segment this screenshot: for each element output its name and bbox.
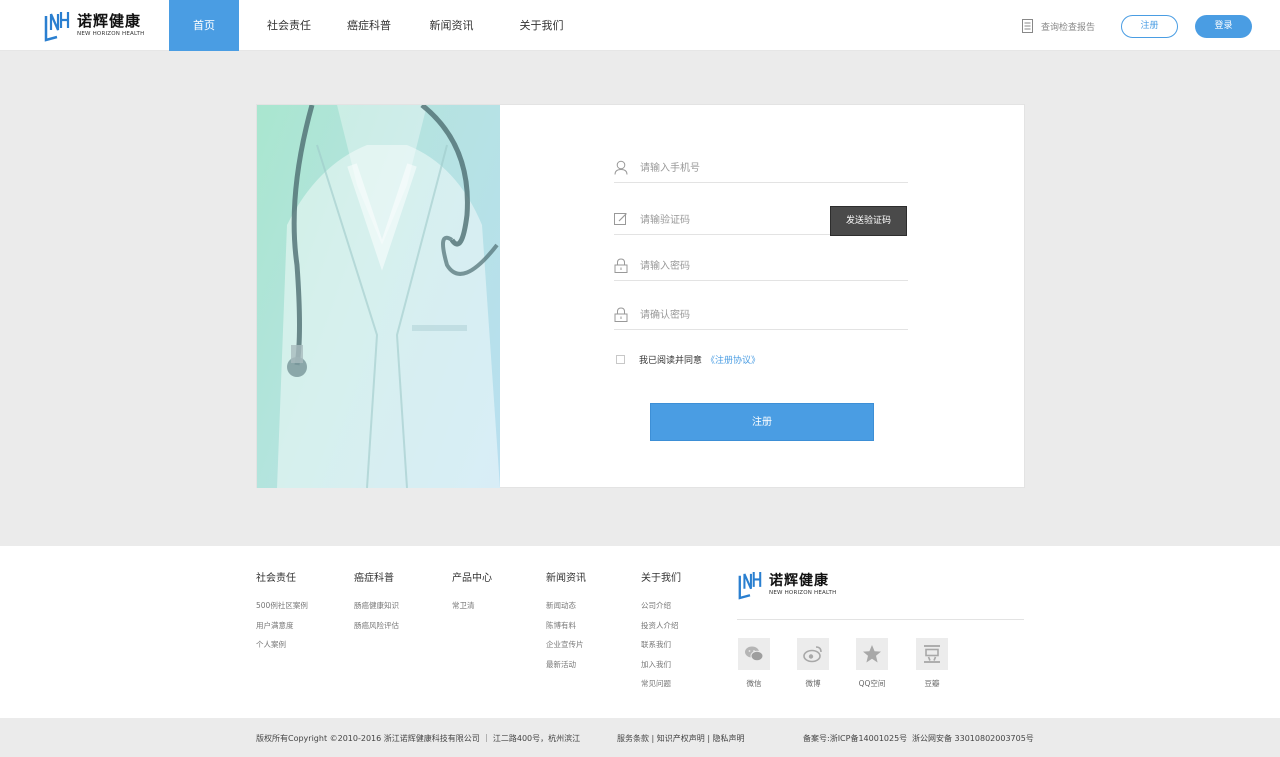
edit-icon (614, 213, 627, 225)
footer-link[interactable]: 联系我们 (641, 639, 681, 659)
register-card: 发送验证码 我已阅读并同意 《注册协议》 注册 (256, 104, 1025, 488)
footer-column-title: 产品中心 (452, 573, 492, 584)
footer-column-products: 产品中心 常卫清 (452, 569, 492, 620)
footer-link[interactable]: 企业宣传片 (546, 639, 586, 659)
agreement-link[interactable]: 《注册协议》 (706, 353, 760, 366)
phone-input[interactable] (640, 159, 830, 177)
nav-item-news[interactable]: 新闻资讯 (399, 0, 504, 51)
douban-icon (924, 645, 940, 663)
footer-column-news: 新闻资讯 新闻动态 陈博有料 企业宣传片 最新活动 (546, 569, 586, 678)
social-weibo[interactable]: 微博 (793, 638, 833, 689)
confirm-password-input[interactable] (640, 306, 830, 324)
doctor-photo (257, 105, 500, 488)
header-register-button[interactable]: 注册 (1121, 15, 1178, 38)
footer-logo-subtitle: NEW HORIZON HEALTH (769, 589, 837, 596)
footer-column-cancer: 癌症科普 肠癌健康知识 肠癌风险评估 (354, 569, 399, 639)
copyright-text: 版权所有Copyright ©2010-2016 浙江诺辉健康科技有限公司 ｜ … (256, 734, 581, 743)
agree-text: 我已阅读并同意 (639, 356, 703, 366)
footer-link[interactable]: 公司介绍 (641, 600, 681, 620)
footer-column-title: 癌症科普 (354, 573, 394, 584)
main-nav: 首页 社会责任 癌症科普 新闻资讯 关于我们 (169, 0, 579, 51)
weibo-icon (803, 646, 822, 663)
code-input[interactable] (640, 211, 830, 229)
social-qzone[interactable]: QQ空间 (852, 638, 892, 689)
footer-column-title: 社会责任 (256, 573, 296, 584)
nav-item-social-responsibility[interactable]: 社会责任 (239, 0, 339, 51)
footer-link[interactable]: 肠癌健康知识 (354, 600, 399, 620)
footer-column-title: 关于我们 (641, 573, 681, 584)
top-header: 诺辉健康 NEW HORIZON HEALTH 首页 社会责任 癌症科普 新闻资… (0, 0, 1280, 51)
phone-field (614, 153, 908, 183)
footer-logo-title: 诺辉健康 (769, 572, 829, 589)
footer-link[interactable]: 投资人介绍 (641, 620, 681, 640)
nav-item-about[interactable]: 关于我们 (504, 0, 579, 51)
logo[interactable]: 诺辉健康 NEW HORIZON HEALTH (43, 10, 163, 42)
report-query-link[interactable]: 查询检查报告 (1022, 19, 1095, 33)
report-query-label: 查询检查报告 (1041, 22, 1096, 33)
password-field (614, 251, 908, 281)
footer: 社会责任 500例社区案例 用户满意度 个人案例 癌症科普 肠癌健康知识 肠癌风… (0, 546, 1280, 718)
code-field (614, 205, 830, 235)
footer-link[interactable]: 用户满意度 (256, 620, 308, 640)
wechat-icon (745, 646, 764, 662)
legal-links[interactable]: 服务条款 | 知识产权声明 | 隐私声明 (617, 733, 745, 744)
footer-link[interactable]: 新闻动态 (546, 600, 586, 620)
user-icon (614, 160, 628, 175)
footer-link[interactable]: 最新活动 (546, 659, 586, 679)
footer-link[interactable]: 陈博有料 (546, 620, 586, 640)
social-douban[interactable]: 豆瓣 (912, 638, 952, 689)
footer-link[interactable]: 常卫清 (452, 600, 492, 620)
nav-item-cancer-science[interactable]: 癌症科普 (339, 0, 399, 51)
social-wechat[interactable]: 微信 (734, 638, 774, 689)
footer-link[interactable]: 肠癌风险评估 (354, 620, 399, 640)
agreement-row: 我已阅读并同意 《注册协议》 (616, 353, 760, 366)
lock-icon (614, 307, 628, 322)
footer-link[interactable]: 常见问题 (641, 678, 681, 698)
footer-link[interactable]: 500例社区案例 (256, 600, 308, 620)
copyright-bar: 版权所有Copyright ©2010-2016 浙江诺辉健康科技有限公司 ｜ … (0, 718, 1280, 757)
social-label: 微信 (746, 679, 762, 688)
register-submit-button[interactable]: 注册 (650, 403, 874, 441)
footer-column-social: 社会责任 500例社区案例 用户满意度 个人案例 (256, 569, 308, 659)
footer-column-about: 关于我们 公司介绍 投资人介绍 联系我们 加入我们 常见问题 (641, 569, 681, 698)
logo-mark-icon (738, 572, 762, 600)
icp-record: 备案号:浙ICP备14001025号 (803, 734, 908, 743)
social-label: QQ空间 (858, 679, 886, 688)
police-record: 浙公网安备 33010802003705号 (912, 734, 1034, 743)
lock-icon (614, 258, 628, 273)
confirm-password-field (614, 300, 908, 330)
social-label: 豆瓣 (924, 679, 940, 688)
logo-mark-icon (44, 12, 70, 42)
footer-link[interactable]: 加入我们 (641, 659, 681, 679)
header-login-button[interactable]: 登录 (1195, 15, 1252, 38)
footer-logo[interactable]: 诺辉健康 NEW HORIZON HEALTH (737, 570, 836, 600)
footer-divider (737, 619, 1024, 620)
agree-checkbox[interactable] (616, 355, 625, 364)
logo-subtitle: NEW HORIZON HEALTH (77, 31, 145, 38)
nav-item-home[interactable]: 首页 (169, 0, 239, 51)
send-code-button[interactable]: 发送验证码 (830, 206, 907, 236)
footer-column-title: 新闻资讯 (546, 573, 586, 584)
logo-title: 诺辉健康 (77, 12, 142, 31)
qzone-icon (863, 645, 881, 663)
footer-link[interactable]: 个人案例 (256, 639, 308, 659)
document-icon (1022, 19, 1033, 33)
social-label: 微博 (805, 679, 821, 688)
password-input[interactable] (640, 257, 830, 275)
